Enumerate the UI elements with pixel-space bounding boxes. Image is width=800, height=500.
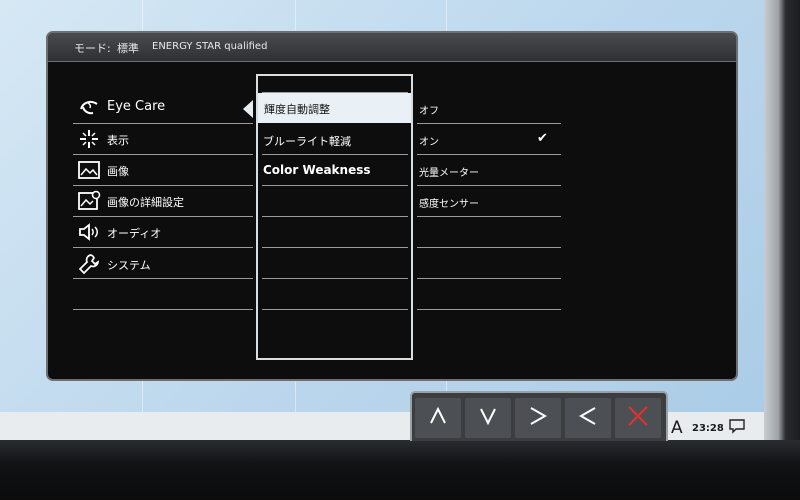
divider bbox=[73, 309, 253, 310]
checkmark-icon: ✔ bbox=[537, 131, 548, 146]
divider bbox=[262, 216, 408, 217]
divider bbox=[262, 309, 408, 310]
menu-item-picture[interactable]: 画像 bbox=[77, 156, 253, 186]
divider bbox=[417, 278, 561, 279]
submenu-label: 輝度自動調整 bbox=[264, 103, 330, 116]
wrench-icon bbox=[77, 252, 101, 276]
submenu-item-auto-brightness[interactable]: 輝度自動調整 bbox=[258, 93, 411, 123]
speaker-icon bbox=[77, 220, 101, 244]
display-icon bbox=[77, 127, 101, 151]
menu-label: システム bbox=[107, 259, 151, 272]
option-on[interactable]: オン ✔ bbox=[417, 125, 561, 155]
submenu-item-color-weakness[interactable]: Color Weakness bbox=[263, 156, 406, 186]
osd-header: モード: 標準 ENERGY STAR qualified bbox=[48, 33, 736, 62]
submenu-item-blue-light[interactable]: ブルーライト軽減 bbox=[263, 125, 406, 155]
close-icon bbox=[626, 404, 650, 432]
menu-item-advanced-picture[interactable]: 画像の詳細設定 bbox=[77, 187, 253, 217]
monitor-bezel-right bbox=[764, 0, 800, 440]
picture-icon bbox=[77, 158, 101, 182]
option-off[interactable]: オフ bbox=[417, 94, 561, 124]
taskbar-clock[interactable]: 23:28 bbox=[692, 423, 724, 434]
divider bbox=[262, 278, 408, 279]
menu-item-system[interactable]: システム bbox=[77, 250, 253, 280]
exit-button[interactable] bbox=[615, 398, 661, 438]
option-label: 感度センサー bbox=[419, 199, 479, 210]
divider bbox=[417, 309, 561, 310]
left-button[interactable] bbox=[565, 398, 611, 438]
submenu-label: Color Weakness bbox=[263, 163, 371, 177]
submenu-label: ブルーライト軽減 bbox=[263, 135, 351, 148]
menu-item-eye-care[interactable]: Eye Care bbox=[77, 94, 253, 124]
option-label: オフ bbox=[419, 106, 439, 117]
menu-label: 表示 bbox=[107, 134, 129, 147]
option-light-meter[interactable]: 光量メーター bbox=[417, 156, 561, 186]
option-sensitivity-sensor[interactable]: 感度センサー bbox=[417, 187, 561, 217]
option-label: 光量メーター bbox=[419, 168, 479, 179]
energy-star-label: ENERGY STAR qualified bbox=[152, 41, 268, 52]
right-arrow-icon bbox=[527, 405, 549, 431]
up-button[interactable] bbox=[415, 398, 461, 438]
menu-item-display[interactable]: 表示 bbox=[77, 125, 253, 155]
mode-value: 標準 bbox=[117, 42, 139, 55]
menu-item-audio[interactable]: オーディオ bbox=[77, 218, 253, 248]
menu-label: オーディオ bbox=[107, 227, 162, 240]
up-arrow-icon bbox=[427, 405, 449, 431]
menu-label: 画像の詳細設定 bbox=[107, 196, 184, 209]
divider bbox=[262, 247, 408, 248]
ime-indicator[interactable]: A bbox=[671, 418, 683, 438]
option-label: オン bbox=[419, 137, 439, 148]
eye-care-icon bbox=[77, 96, 101, 120]
menu-label: 画像 bbox=[107, 165, 129, 178]
left-arrow-icon bbox=[577, 405, 599, 431]
notification-icon[interactable] bbox=[728, 417, 746, 435]
monitor-bezel-bottom bbox=[0, 440, 800, 500]
selection-pointer bbox=[243, 100, 253, 118]
osd-navigation-bar bbox=[410, 391, 668, 441]
down-arrow-icon bbox=[477, 405, 499, 431]
mode-label: モード: bbox=[74, 42, 111, 55]
menu-label: Eye Care bbox=[107, 99, 166, 114]
down-button[interactable] bbox=[465, 398, 511, 438]
right-button[interactable] bbox=[515, 398, 561, 438]
divider bbox=[417, 247, 561, 248]
advanced-picture-icon bbox=[77, 189, 101, 213]
